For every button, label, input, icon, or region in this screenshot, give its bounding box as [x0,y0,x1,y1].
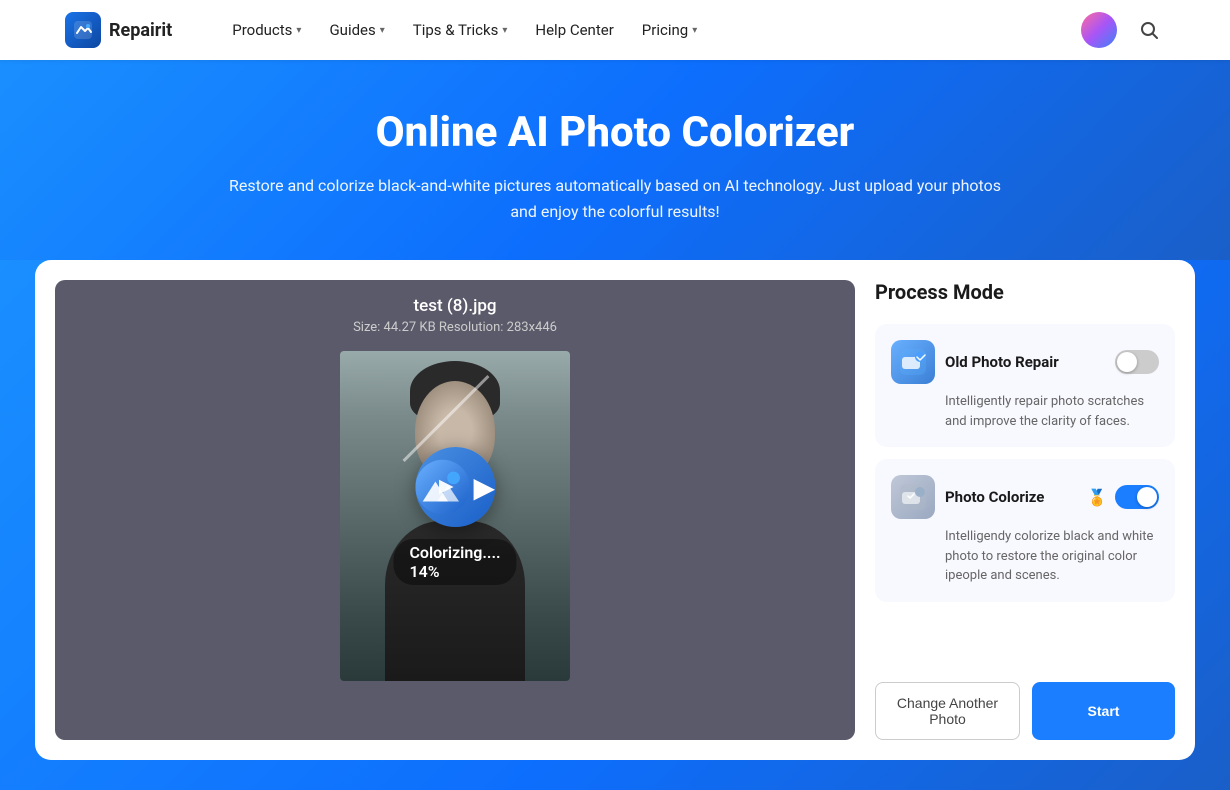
mode-card-colorize-header: Photo Colorize 🏅 [891,475,1159,519]
nav-item-pricing[interactable]: Pricing ▾ [630,13,709,47]
hero-section: Online AI Photo Colorizer Restore and co… [0,60,1230,260]
processing-overlay: Colorizing.... 14% [393,447,516,585]
repair-mode-desc: Intelligently repair photo scratches and… [891,392,1159,431]
repair-icon [415,447,495,527]
chevron-down-icon: ▾ [380,25,385,36]
file-info: Size: 44.27 KB Resolution: 283x446 [353,320,557,335]
logo-text: Repairit [109,20,172,41]
start-button[interactable]: Start [1032,682,1175,740]
search-icon[interactable] [1133,14,1165,46]
image-panel: test (8).jpg Size: 44.27 KB Resolution: … [55,280,855,740]
chevron-down-icon: ▾ [692,25,697,36]
colorize-mode-icon [891,475,935,519]
nav-item-guides[interactable]: Guides ▾ [317,13,396,47]
logo-icon [65,12,101,48]
progress-text: Colorizing.... 14% [393,539,516,585]
avatar[interactable] [1081,12,1117,48]
change-photo-button[interactable]: Change Another Photo [875,682,1020,740]
colorize-toggle[interactable] [1115,485,1159,509]
repair-toggle[interactable] [1115,350,1159,374]
hero-title: Online AI Photo Colorizer [20,108,1210,157]
colorize-title-row: Photo Colorize 🏅 [945,485,1159,509]
chevron-down-icon: ▾ [296,25,301,36]
file-name: test (8).jpg [413,296,496,316]
nav-inner: Repairit Products ▾ Guides ▾ Tips & Tric… [65,12,1165,48]
nav-links: Products ▾ Guides ▾ Tips & Tricks ▾ Help… [220,13,1049,47]
photo-container: Colorizing.... 14% [340,351,570,681]
mode-card-colorize: Photo Colorize 🏅 Intelligendy colorize b… [875,459,1175,602]
repair-title-row: Old Photo Repair [945,350,1159,374]
main-card-wrapper: test (8).jpg Size: 44.27 KB Resolution: … [0,260,1230,790]
nav-item-help[interactable]: Help Center [523,13,625,47]
bottom-actions: Change Another Photo Start [875,662,1175,740]
right-panel: Process Mode Old Photo Repair [875,280,1175,740]
mode-card-repair: Old Photo Repair Intelligently repair ph… [875,324,1175,447]
navbar: Repairit Products ▾ Guides ▾ Tips & Tric… [0,0,1230,60]
main-card: test (8).jpg Size: 44.27 KB Resolution: … [35,260,1195,760]
logo-area[interactable]: Repairit [65,12,172,48]
colorize-mode-desc: Intelligendy colorize black and white ph… [891,527,1159,586]
colorize-mode-label: Photo Colorize [945,488,1079,506]
hero-subtitle: Restore and colorize black-and-white pic… [215,173,1015,224]
premium-badge-icon: 🏅 [1087,488,1107,507]
repair-mode-label: Old Photo Repair [945,353,1107,371]
mode-card-repair-header: Old Photo Repair [891,340,1159,384]
nav-item-products[interactable]: Products ▾ [220,13,313,47]
chevron-down-icon: ▾ [502,25,507,36]
nav-right [1081,12,1165,48]
nav-item-tips[interactable]: Tips & Tricks ▾ [401,13,520,47]
repair-mode-icon [891,340,935,384]
process-mode-title: Process Mode [875,280,1175,304]
